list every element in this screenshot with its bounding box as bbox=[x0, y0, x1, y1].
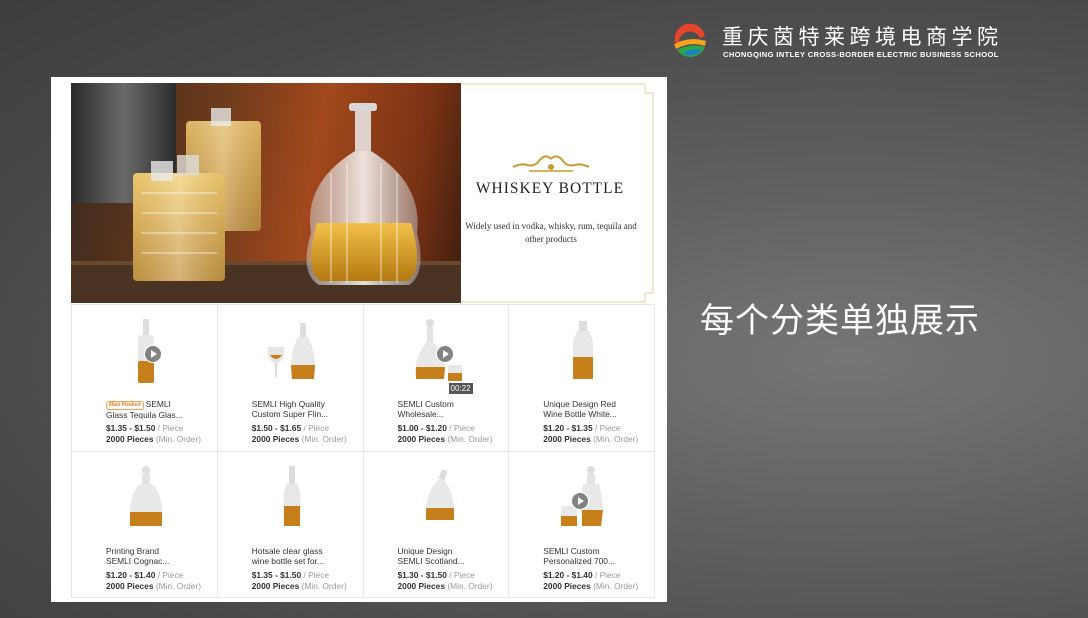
product-moq: 2000 Pieces (Min. Order) bbox=[252, 434, 362, 444]
school-name-cn: 重庆茵特莱跨境电商学院 bbox=[722, 25, 1003, 49]
product-card[interactable]: Main Product SEMLI Glass Tequila Glas... $… bbox=[72, 305, 218, 452]
price-range: $1.20 - $1.40 bbox=[106, 569, 156, 580]
price-unit: / Piece bbox=[157, 423, 184, 433]
product-price: $1.30 - $1.50 / Piece bbox=[398, 570, 508, 580]
product-grid: Main Product SEMLI Glass Tequila Glas... $… bbox=[71, 304, 655, 598]
product-name: SEMLI Custom Wholesale... bbox=[397, 399, 454, 419]
moq-note: (Min. Order) bbox=[447, 434, 493, 444]
product-moq: 2000 Pieces (Min. Order) bbox=[398, 581, 508, 591]
price-unit: / Piece bbox=[449, 423, 475, 433]
moq-note: (Min. Order) bbox=[447, 580, 493, 591]
moq-value: 2000 Pieces bbox=[397, 434, 446, 444]
play-video-icon[interactable] bbox=[144, 345, 162, 363]
product-name-link[interactable]: Printing Brand SEMLI Cognac... bbox=[106, 546, 186, 566]
school-name-en: CHONGQING INTLEY CROSS-BORDER ELECTRIC B… bbox=[723, 50, 999, 59]
product-card[interactable]: Unique Design Red Wine Bottle White... $1… bbox=[509, 305, 655, 452]
product-name: SEMLI Custom Personalized 700... bbox=[543, 545, 615, 566]
product-price: $1.50 - $1.65 / Piece bbox=[252, 423, 362, 433]
product-moq: 2000 Pieces (Min. Order) bbox=[252, 581, 362, 591]
moq-value: 2000 Pieces bbox=[251, 580, 300, 591]
moq-value: 2000 Pieces bbox=[397, 580, 446, 591]
product-name: SEMLI High Quality Custom Super Flin... bbox=[251, 399, 329, 419]
category-banner[interactable]: WHISKEY BOTTLE Widely used in vodka, whi… bbox=[71, 83, 654, 303]
price-unit: / Piece bbox=[303, 423, 330, 433]
price-range: $1.35 - $1.50 bbox=[251, 569, 302, 580]
video-duration: 00:22 bbox=[448, 383, 473, 394]
banner-text-box: WHISKEY BOTTLE Widely used in vodka, whi… bbox=[461, 83, 654, 303]
moq-value: 2000 Pieces bbox=[251, 434, 300, 444]
moq-note: (Min. Order) bbox=[155, 434, 201, 444]
price-range: $1.30 - $1.50 bbox=[397, 569, 447, 580]
price-range: $1.00 - $1.20 bbox=[397, 423, 447, 433]
product-price: $1.20 - $1.35 / Piece bbox=[543, 423, 653, 433]
product-name-link[interactable]: SEMLI Custom Personalized 700... bbox=[543, 546, 623, 566]
product-name: Unique Design Red Wine Bottle White... bbox=[543, 399, 617, 419]
product-image[interactable] bbox=[408, 464, 468, 534]
moq-value: 2000 Pieces bbox=[543, 434, 591, 444]
moq-note: (Min. Order) bbox=[593, 580, 639, 591]
product-image[interactable] bbox=[116, 464, 176, 534]
gold-ornament-icon bbox=[512, 155, 590, 172]
price-range: $1.35 - $1.50 bbox=[106, 423, 156, 433]
price-range: $1.50 - $1.65 bbox=[251, 423, 302, 433]
price-unit: / Piece bbox=[157, 569, 184, 580]
banner-title: WHISKEY BOTTLE bbox=[475, 180, 625, 197]
moq-value: 2000 Pieces bbox=[543, 580, 591, 591]
product-moq: 2000 Pieces (Min. Order) bbox=[543, 581, 653, 591]
play-video-icon[interactable] bbox=[435, 345, 454, 363]
product-card[interactable]: Hotsale clear glass wine bottle set for.… bbox=[217, 451, 364, 598]
product-name-link[interactable]: SEMLI High Quality Custom Super Flin... bbox=[252, 399, 332, 419]
product-image[interactable] bbox=[553, 317, 613, 387]
price-range: $1.20 - $1.35 bbox=[543, 423, 593, 433]
banner-photo bbox=[71, 83, 461, 303]
price-unit: / Piece bbox=[449, 569, 475, 580]
moq-note: (Min. Order) bbox=[301, 580, 347, 591]
product-card[interactable]: 00:22 SEMLI Custom Wholesale... $1.00 - $1… bbox=[363, 305, 510, 452]
product-image[interactable] bbox=[262, 317, 322, 387]
price-unit: / Piece bbox=[594, 423, 621, 433]
product-moq: 2000 Pieces (Min. Order) bbox=[106, 581, 216, 591]
product-moq: 2000 Pieces (Min. Order) bbox=[398, 434, 508, 444]
product-name-link[interactable]: SEMLI Custom Wholesale... bbox=[398, 399, 478, 419]
product-card[interactable]: Printing Brand SEMLI Cognac... $1.20 - $1… bbox=[72, 451, 218, 598]
product-card[interactable]: SEMLI Custom Personalized 700... $1.20 - … bbox=[509, 451, 655, 598]
moq-note: (Min. Order) bbox=[301, 434, 347, 444]
product-name-link[interactable]: Main Product SEMLI Glass Tequila Glas... bbox=[106, 399, 186, 420]
product-moq: 2000 Pieces (Min. Order) bbox=[106, 434, 216, 444]
price-range: $1.20 - $1.40 bbox=[543, 569, 593, 580]
price-unit: / Piece bbox=[594, 569, 621, 580]
product-name-link[interactable]: Unique Design SEMLI Scotland... bbox=[398, 546, 478, 566]
product-image[interactable] bbox=[262, 464, 322, 534]
product-name-link[interactable]: Unique Design Red Wine Bottle White... bbox=[543, 399, 623, 419]
product-price: $1.00 - $1.20 / Piece bbox=[398, 423, 508, 433]
product-name-link[interactable]: Hotsale clear glass wine bottle set for.… bbox=[252, 546, 332, 566]
product-name: Printing Brand SEMLI Cognac... bbox=[106, 545, 170, 566]
banner-description: Widely used in vodka, whisky, rum, tequi… bbox=[465, 221, 637, 244]
product-card[interactable]: Unique Design SEMLI Scotland... $1.30 - $… bbox=[363, 451, 510, 598]
product-name: Hotsale clear glass wine bottle set for.… bbox=[251, 545, 324, 566]
product-moq: 2000 Pieces (Min. Order) bbox=[543, 434, 653, 444]
product-price: $1.20 - $1.40 / Piece bbox=[543, 570, 653, 580]
product-name: Unique Design SEMLI Scotland... bbox=[397, 545, 465, 566]
play-video-icon[interactable] bbox=[571, 491, 590, 510]
product-price: $1.20 - $1.40 / Piece bbox=[106, 570, 216, 580]
price-unit: / Piece bbox=[303, 569, 330, 580]
main-product-badge: Main Product bbox=[106, 401, 144, 410]
product-price: $1.35 - $1.50 / Piece bbox=[106, 423, 216, 433]
store-screenshot: WHISKEY BOTTLE Widely used in vodka, whi… bbox=[51, 77, 667, 602]
moq-value: 2000 Pieces bbox=[106, 580, 154, 591]
product-card[interactable]: SEMLI High Quality Custom Super Flin... $… bbox=[217, 305, 364, 452]
school-logo-icon bbox=[674, 23, 706, 57]
moq-note: (Min. Order) bbox=[155, 580, 201, 591]
moq-note: (Min. Order) bbox=[593, 434, 639, 444]
whiskey-scene-image bbox=[71, 83, 461, 303]
moq-value: 2000 Pieces bbox=[106, 434, 154, 444]
slide-caption: 每个分类单独展示 bbox=[700, 301, 980, 341]
product-price: $1.35 - $1.50 / Piece bbox=[252, 570, 362, 580]
